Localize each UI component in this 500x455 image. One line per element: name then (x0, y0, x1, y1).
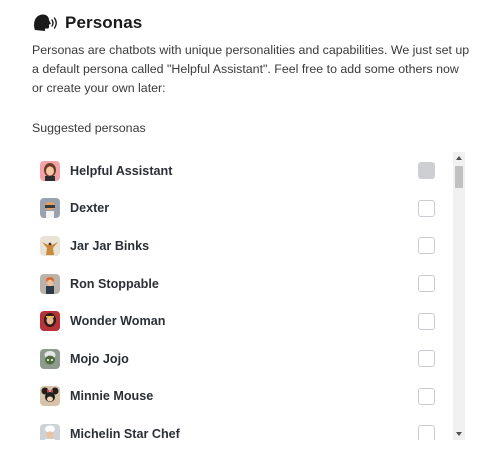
persona-row-dexter[interactable]: Dexter (32, 190, 452, 228)
persona-checkbox[interactable] (418, 275, 435, 293)
persona-row-mojo-jojo[interactable]: Mojo Jojo (32, 340, 452, 378)
page-title: Personas (65, 13, 143, 32)
persona-checkbox[interactable] (418, 237, 435, 255)
persona-list-scrollbar[interactable] (453, 152, 465, 440)
persona-name: Michelin Star Chef (70, 426, 180, 440)
persona-checkbox[interactable] (418, 387, 435, 405)
persona-checkbox[interactable] (418, 350, 435, 368)
persona-name: Dexter (70, 201, 110, 216)
persona-name: Mojo Jojo (70, 351, 129, 366)
persona-checkbox[interactable] (418, 162, 435, 180)
personas-description: Personas are chatbots with unique person… (32, 43, 470, 95)
heroine-avatar-icon (40, 311, 60, 332)
suggested-personas-label: Suggested personas (32, 121, 146, 135)
persona-name: Minnie Mouse (70, 389, 154, 404)
redhead-boy-avatar-icon (40, 273, 60, 294)
alien-creature-avatar-icon (40, 235, 60, 256)
persona-name: Jar Jar Binks (70, 238, 150, 253)
speaking-head-icon (32, 12, 60, 34)
persona-name: Wonder Woman (70, 314, 166, 329)
persona-checkbox[interactable] (418, 312, 435, 330)
persona-list[interactable]: Helpful Assistant Dexter Jar Jar Binks R… (32, 152, 470, 440)
persona-list-items: Helpful Assistant Dexter Jar Jar Binks R… (32, 152, 452, 440)
persona-row-michelin-star-chef[interactable]: Michelin Star Chef (32, 415, 452, 440)
personas-header: Personas (32, 10, 142, 36)
chef-avatar-icon (40, 423, 60, 440)
persona-row-helpful-assistant[interactable]: Helpful Assistant (32, 152, 452, 190)
scroll-up-arrow-icon[interactable] (453, 152, 465, 164)
persona-row-ron-stoppable[interactable]: Ron Stoppable (32, 265, 452, 303)
persona-name: Ron Stoppable (70, 276, 159, 291)
monkey-avatar-icon (40, 348, 60, 369)
persona-row-jar-jar-binks[interactable]: Jar Jar Binks (32, 227, 452, 265)
woman-avatar-icon (40, 160, 60, 181)
scroll-down-arrow-icon[interactable] (453, 428, 465, 440)
persona-checkbox[interactable] (418, 199, 435, 217)
boy-with-glasses-avatar-icon (40, 198, 60, 219)
persona-row-wonder-woman[interactable]: Wonder Woman (32, 302, 452, 340)
persona-row-minnie-mouse[interactable]: Minnie Mouse (32, 378, 452, 416)
persona-name: Helpful Assistant (70, 163, 173, 178)
persona-checkbox[interactable] (418, 425, 435, 440)
scrollbar-thumb[interactable] (455, 166, 463, 188)
mouse-avatar-icon (40, 386, 60, 407)
